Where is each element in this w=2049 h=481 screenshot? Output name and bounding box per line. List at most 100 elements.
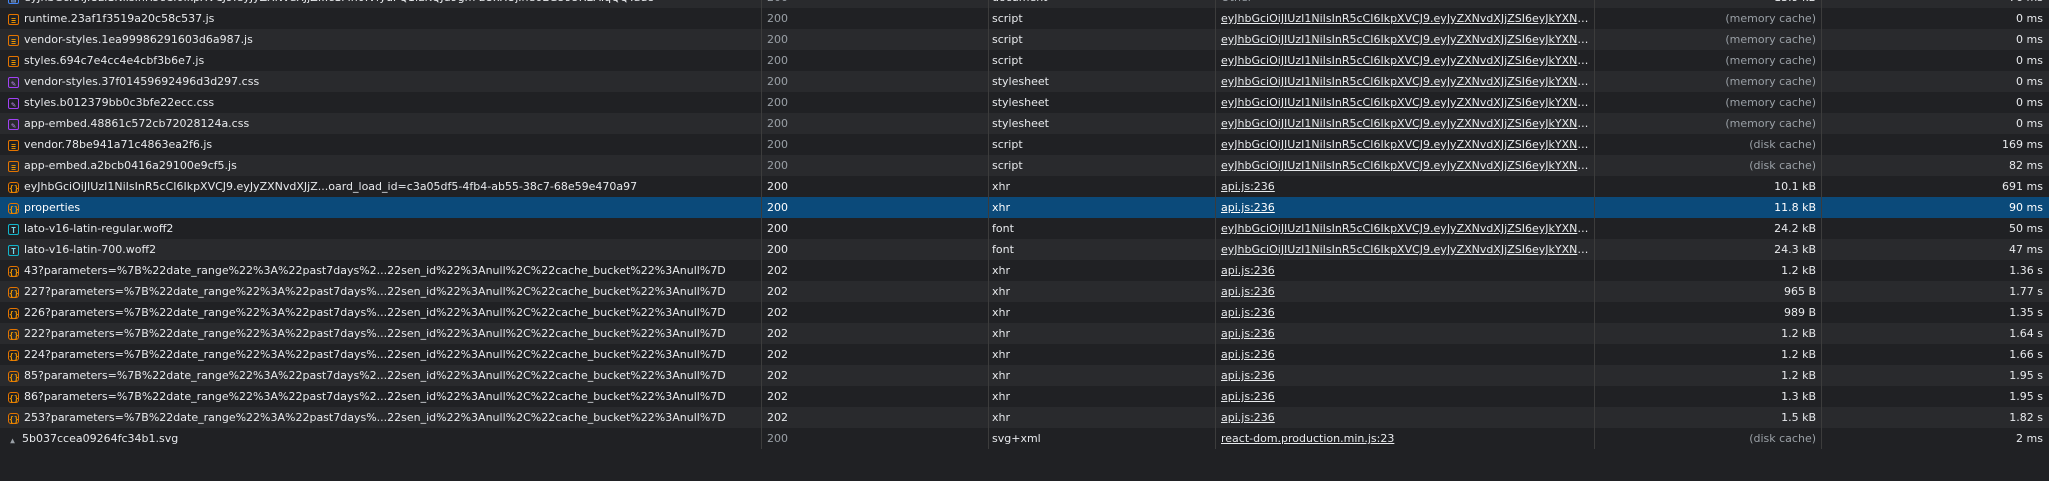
request-size: 24.3 kB bbox=[1595, 239, 1822, 260]
initiator-link[interactable]: eyJhbGciOiJIUzI1NiIsInR5cCI6IkpXVCJ9.eyJ… bbox=[1221, 138, 1594, 151]
request-row[interactable]: ▤ eyJhbGciOiJIUzI1NiIsInR5cCI6IkpXVCJ9.ey… bbox=[0, 0, 2049, 8]
xhr-request-icon: {} bbox=[8, 266, 19, 277]
request-name-cell[interactable]: ▤ eyJhbGciOiJIUzI1NiIsInR5cCI6IkpXVCJ9.ey… bbox=[0, 0, 762, 8]
request-name-cell[interactable]: {} 253?parameters=%7B%22date_range%22%3A%… bbox=[0, 407, 762, 428]
initiator-link[interactable]: api.js:236 bbox=[1221, 411, 1275, 424]
request-name-cell[interactable]: ▲ 5b037ccea09264fc34b1.svg bbox=[0, 428, 762, 449]
initiator-link[interactable]: api.js:236 bbox=[1221, 306, 1275, 319]
request-time: 1.95 s bbox=[2009, 369, 2043, 382]
request-initiator-cell: eyJhbGciOiJIUzI1NiIsInR5cCI6IkpXVCJ9.eyJ… bbox=[1216, 134, 1595, 155]
xhr-request-icon: {} bbox=[8, 203, 19, 214]
request-status: 200 bbox=[762, 197, 989, 218]
request-type: xhr bbox=[989, 407, 1216, 428]
request-name: 226?parameters=%7B%22date_range%22%3A%22… bbox=[24, 306, 726, 319]
request-name-cell[interactable]: ✎ styles.b012379bb0c3bfe22ecc.css bbox=[0, 92, 762, 113]
request-row[interactable]: {} properties 200 xhr api.js:236 11.8 kB 90 ms bbox=[0, 197, 2049, 218]
initiator-link[interactable]: api.js:236 bbox=[1221, 201, 1275, 214]
initiator-link[interactable]: eyJhbGciOiJIUzI1NiIsInR5cCI6IkpXVCJ9.eyJ… bbox=[1221, 96, 1594, 109]
request-row[interactable]: {} 222?parameters=%7B%22date_range%22%3A%… bbox=[0, 323, 2049, 344]
request-name-cell[interactable]: {} 227?parameters=%7B%22date_range%22%3A%… bbox=[0, 281, 762, 302]
document-file-icon: ▤ bbox=[8, 0, 19, 4]
stylesheet-file-icon: ✎ bbox=[8, 98, 19, 109]
request-name-cell[interactable]: ≡ vendor-styles.1ea99986291603d6a987.js bbox=[0, 29, 762, 50]
request-name: 224?parameters=%7B%22date_range%22%3A%22… bbox=[24, 348, 726, 361]
request-row[interactable]: ≡ vendor.78be941a71c4863ea2f6.js 200 script… bbox=[0, 134, 2049, 155]
request-name-cell[interactable]: {} 222?parameters=%7B%22date_range%22%3A%… bbox=[0, 323, 762, 344]
request-name-cell[interactable]: Tlato-v16-latin-700.woff2 bbox=[0, 239, 762, 260]
initiator-link[interactable]: api.js:236 bbox=[1221, 369, 1275, 382]
request-row[interactable]: Tlato-v16-latin-700.woff2 200 font eyJhbGci… bbox=[0, 239, 2049, 260]
request-time: 1.36 s bbox=[2009, 264, 2043, 277]
initiator-link[interactable]: eyJhbGciOiJIUzI1NiIsInR5cCI6IkpXVCJ9.eyJ… bbox=[1221, 159, 1594, 172]
request-name-cell[interactable]: ≡ vendor.78be941a71c4863ea2f6.js bbox=[0, 134, 762, 155]
initiator-link[interactable]: eyJhbGciOiJIUzI1NiIsInR5cCI6IkpXVCJ9.eyJ… bbox=[1221, 222, 1594, 235]
request-status: 200 bbox=[762, 113, 989, 134]
request-row[interactable]: Tlato-v16-latin-regular.woff2 200 font eyJh… bbox=[0, 218, 2049, 239]
request-row[interactable]: {} 227?parameters=%7B%22date_range%22%3A%… bbox=[0, 281, 2049, 302]
initiator-link[interactable]: api.js:236 bbox=[1221, 327, 1275, 340]
request-status: 200 bbox=[762, 155, 989, 176]
request-time: 90 ms bbox=[2009, 201, 2043, 214]
xhr-request-icon: {} bbox=[8, 371, 19, 382]
request-size: (memory cache) bbox=[1595, 29, 1822, 50]
request-size: 13.9 kB bbox=[1595, 0, 1822, 8]
initiator-link[interactable]: api.js:236 bbox=[1221, 285, 1275, 298]
request-row[interactable]: {} 43?parameters=%7B%22date_range%22%3A%2… bbox=[0, 260, 2049, 281]
request-row[interactable]: {} 226?parameters=%7B%22date_range%22%3A%… bbox=[0, 302, 2049, 323]
request-row[interactable]: {} 253?parameters=%7B%22date_range%22%3A%… bbox=[0, 407, 2049, 428]
request-time: 169 ms bbox=[2002, 138, 2043, 151]
request-name-cell[interactable]: ✎ app-embed.48861c572cb72028124a.css bbox=[0, 113, 762, 134]
request-initiator-cell: eyJhbGciOiJIUzI1NiIsInR5cCI6IkpXVCJ9.eyJ… bbox=[1216, 71, 1595, 92]
request-row[interactable]: {} 86?parameters=%7B%22date_range%22%3A%2… bbox=[0, 386, 2049, 407]
request-name-cell[interactable]: ≡ runtime.23af1f3519a20c58c537.js bbox=[0, 8, 762, 29]
initiator-link[interactable]: eyJhbGciOiJIUzI1NiIsInR5cCI6IkpXVCJ9.eyJ… bbox=[1221, 12, 1594, 25]
script-file-icon: ≡ bbox=[8, 161, 19, 172]
request-status: 202 bbox=[762, 323, 989, 344]
request-name-cell[interactable]: {} 226?parameters=%7B%22date_range%22%3A%… bbox=[0, 302, 762, 323]
request-row[interactable]: {} 224?parameters=%7B%22date_range%22%3A%… bbox=[0, 344, 2049, 365]
initiator-link[interactable]: api.js:236 bbox=[1221, 264, 1275, 277]
request-row[interactable]: ≡ runtime.23af1f3519a20c58c537.js 200 scrip… bbox=[0, 8, 2049, 29]
request-name-cell[interactable]: {} 85?parameters=%7B%22date_range%22%3A%2… bbox=[0, 365, 762, 386]
request-type: script bbox=[989, 8, 1216, 29]
initiator-link[interactable]: api.js:236 bbox=[1221, 390, 1275, 403]
request-status: 200 bbox=[762, 239, 989, 260]
request-type: xhr bbox=[989, 365, 1216, 386]
request-status: 200 bbox=[762, 8, 989, 29]
initiator-link[interactable]: api.js:236 bbox=[1221, 180, 1275, 193]
request-row[interactable]: ✎ vendor-styles.37f01459692496d3d297.css 2… bbox=[0, 71, 2049, 92]
request-name: lato-v16-latin-700.woff2 bbox=[24, 243, 157, 256]
request-row[interactable]: ✎ app-embed.48861c572cb72028124a.css 200st… bbox=[0, 113, 2049, 134]
request-row[interactable]: {} eyJhbGciOiJIUzI1NiIsInR5cCI6IkpXVCJ9.e… bbox=[0, 176, 2049, 197]
request-type: font bbox=[989, 239, 1216, 260]
request-name: lato-v16-latin-regular.woff2 bbox=[24, 222, 174, 235]
script-file-icon: ≡ bbox=[8, 35, 19, 46]
request-status: 202 bbox=[762, 386, 989, 407]
request-initiator-cell: eyJhbGciOiJIUzI1NiIsInR5cCI6IkpXVCJ9.eyJ… bbox=[1216, 50, 1595, 71]
initiator-link[interactable]: eyJhbGciOiJIUzI1NiIsInR5cCI6IkpXVCJ9.eyJ… bbox=[1221, 117, 1594, 130]
request-name-cell[interactable]: {} eyJhbGciOiJIUzI1NiIsInR5cCI6IkpXVCJ9.e… bbox=[0, 176, 762, 197]
initiator-link[interactable]: eyJhbGciOiJIUzI1NiIsInR5cCI6IkpXVCJ9.eyJ… bbox=[1221, 75, 1594, 88]
initiator-link[interactable]: eyJhbGciOiJIUzI1NiIsInR5cCI6IkpXVCJ9.eyJ… bbox=[1221, 54, 1594, 67]
request-name-cell[interactable]: {} 86?parameters=%7B%22date_range%22%3A%2… bbox=[0, 386, 762, 407]
request-name-cell[interactable]: ≡ app-embed.a2bcb0416a29100e9cf5.js bbox=[0, 155, 762, 176]
initiator-link[interactable]: eyJhbGciOiJIUzI1NiIsInR5cCI6IkpXVCJ9.eyJ… bbox=[1221, 243, 1594, 256]
request-name-cell[interactable]: {} 43?parameters=%7B%22date_range%22%3A%2… bbox=[0, 260, 762, 281]
initiator-link[interactable]: react-dom.production.min.js:23 bbox=[1221, 432, 1394, 445]
request-row[interactable]: ≡ styles.694c7e4cc4e4cbf3b6e7.js 200 script… bbox=[0, 50, 2049, 71]
request-name-cell[interactable]: Tlato-v16-latin-regular.woff2 bbox=[0, 218, 762, 239]
request-name-cell[interactable]: {} 224?parameters=%7B%22date_range%22%3A%… bbox=[0, 344, 762, 365]
request-time: 1.35 s bbox=[2009, 306, 2043, 319]
request-row[interactable]: ✎ styles.b012379bb0c3bfe22ecc.css 200 style… bbox=[0, 92, 2049, 113]
request-row[interactable]: {} 85?parameters=%7B%22date_range%22%3A%2… bbox=[0, 365, 2049, 386]
request-row[interactable]: ▲ 5b037ccea09264fc34b1.svg 200 svg+xml react… bbox=[0, 428, 2049, 449]
request-row[interactable]: ≡ vendor-styles.1ea99986291603d6a987.js 20… bbox=[0, 29, 2049, 50]
request-type: xhr bbox=[989, 386, 1216, 407]
request-name-cell[interactable]: {} properties bbox=[0, 197, 762, 218]
request-name-cell[interactable]: ≡ styles.694c7e4cc4e4cbf3b6e7.js bbox=[0, 50, 762, 71]
request-row[interactable]: ≡ app-embed.a2bcb0416a29100e9cf5.js 200 scr… bbox=[0, 155, 2049, 176]
initiator-link[interactable]: api.js:236 bbox=[1221, 348, 1275, 361]
request-initiator-cell: api.js:236 bbox=[1216, 176, 1595, 197]
request-name-cell[interactable]: ✎ vendor-styles.37f01459692496d3d297.css bbox=[0, 71, 762, 92]
initiator-link[interactable]: eyJhbGciOiJIUzI1NiIsInR5cCI6IkpXVCJ9.eyJ… bbox=[1221, 33, 1594, 46]
